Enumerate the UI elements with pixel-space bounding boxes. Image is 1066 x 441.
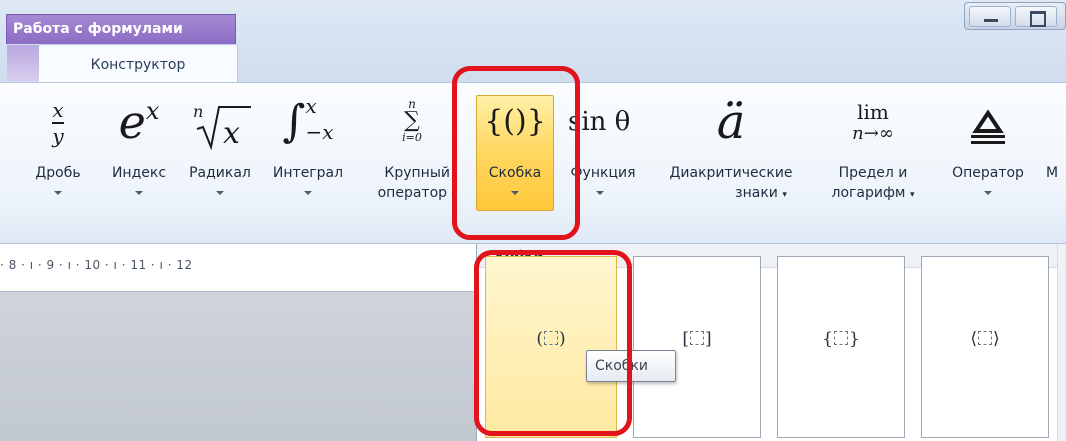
index-button[interactable]: ex Индекс: [100, 83, 178, 233]
svg-text:n: n: [193, 102, 203, 121]
limit-icon: lim n→∞: [852, 100, 894, 144]
right-delimiter: }: [849, 329, 860, 349]
gallery-item-square-brackets[interactable]: []: [633, 256, 761, 438]
fraction-button[interactable]: xy Дробь: [16, 83, 100, 233]
left-delimiter: ⟨: [970, 329, 977, 349]
chevron-down-icon: [984, 191, 992, 195]
left-delimiter: [: [682, 329, 689, 349]
minimize-button[interactable]: [969, 6, 1011, 27]
maximize-button[interactable]: [1015, 6, 1057, 27]
limit-button[interactable]: lim n→∞ Предел и логарифм ▾: [818, 83, 928, 233]
placeholder-icon: [834, 331, 848, 345]
integral-label: Интеграл: [272, 165, 344, 181]
tab-constructor[interactable]: Конструктор: [7, 44, 238, 85]
chevron-down-icon: [216, 191, 224, 195]
highlight-parentheses-item: [474, 250, 632, 436]
fraction-label: Дробь: [35, 165, 81, 181]
ruler-ticks: · 8 · ı · 9 · ı · 10 · ı · 11 · ı · 12: [0, 258, 193, 272]
chevron-down-icon: [596, 191, 604, 195]
limit-label: Предел и логарифм ▾: [831, 165, 915, 201]
fraction-icon: xy: [52, 98, 64, 148]
chevron-down-icon: [54, 191, 62, 195]
gallery-item-angle-brackets[interactable]: ⟨ ⟩: [921, 256, 1049, 438]
context-tab-header: Работа с формулами: [6, 14, 236, 44]
operator-icon: [938, 93, 1038, 153]
script-icon: ex: [118, 95, 160, 149]
gallery-item-curly-braces[interactable]: {}: [777, 256, 905, 438]
large-operator-label: Крупный оператор ▾: [377, 165, 456, 201]
sum-icon: n ∑ i=0: [402, 97, 422, 144]
accent-icon: ä: [716, 94, 746, 150]
operator-label: Оператор: [952, 165, 1024, 181]
left-delimiter: {: [822, 329, 833, 349]
window-controls: [964, 2, 1066, 30]
matrix-button[interactable]: М: [1046, 83, 1066, 233]
accent-label: Диакритические знаки ▾: [669, 165, 793, 201]
right-delimiter: ⟩: [993, 329, 1000, 349]
radical-button[interactable]: n x Радикал: [178, 83, 262, 233]
accent-button[interactable]: ä Диакритические знаки ▾: [646, 83, 816, 233]
placeholder-icon: [690, 331, 704, 345]
chevron-down-icon: [135, 191, 143, 195]
integral-button[interactable]: ∫ x −x Интеграл: [262, 83, 354, 233]
radical-icon: n x: [178, 93, 262, 153]
placeholder-icon: [978, 331, 992, 345]
chevron-down-icon: [304, 191, 312, 195]
radical-label: Радикал: [189, 165, 251, 181]
operator-button[interactable]: Оператор: [938, 83, 1038, 233]
gallery-scrollbar[interactable]: [1057, 244, 1066, 441]
highlight-bracket-button: [452, 66, 580, 240]
matrix-label: М: [1046, 165, 1059, 181]
integral-icon: ∫ x −x: [282, 94, 334, 147]
index-label: Индекс: [111, 165, 167, 181]
document-area[interactable]: [0, 292, 478, 441]
large-operator-button[interactable]: n ∑ i=0 Крупный оператор ▾: [362, 83, 462, 233]
horizontal-ruler[interactable]: · 8 · ı · 9 · ı · 10 · ı · 11 · ı · 12: [0, 252, 478, 292]
right-delimiter: ]: [705, 329, 712, 349]
svg-text:x: x: [223, 116, 240, 151]
